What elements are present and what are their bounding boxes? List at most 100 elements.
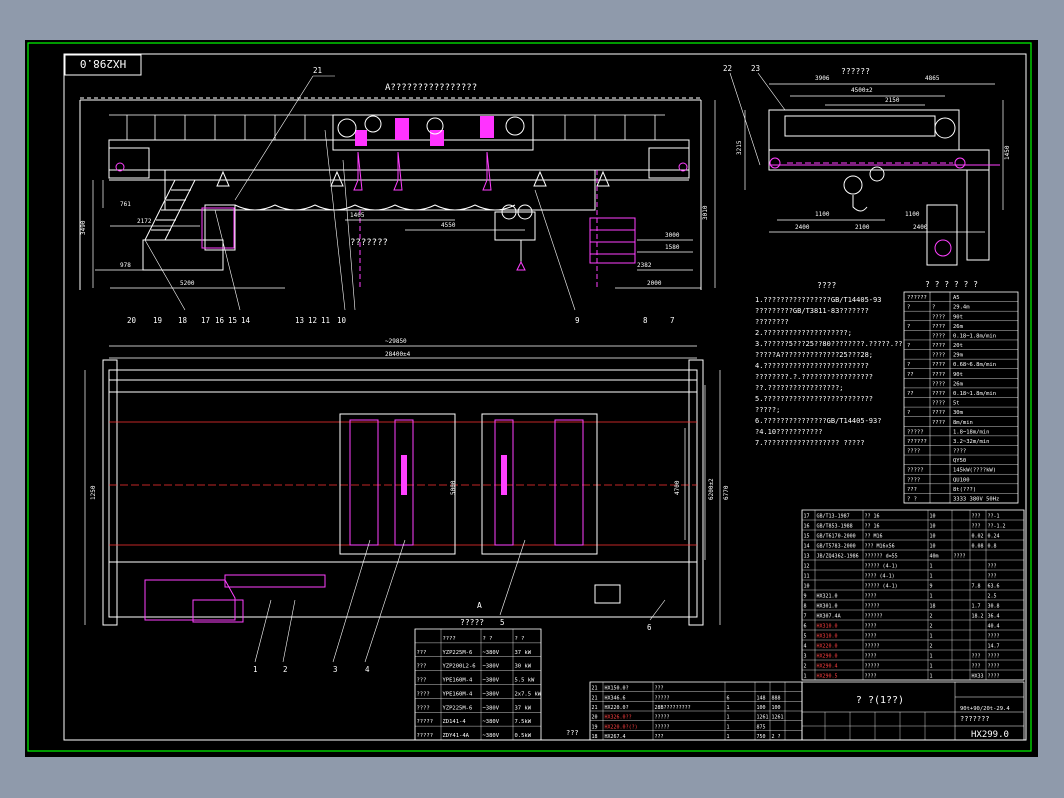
title-block: ? ?(1??) 90t+90/20t-29.4 ??????? HX299.0 [801,681,1025,741]
dim-2150: 2150 [885,97,900,104]
motor-cell: ~380V [483,733,500,739]
param-cell-item: ???? [932,381,945,387]
bom-cell: ???? [954,554,966,560]
bom-cell: HX33 [972,674,984,680]
bom-cell: HX220.0 [817,644,838,650]
bom-cell: 4 [804,644,807,650]
bom-cell: 40m [930,554,939,560]
callout-7: 7 [670,316,675,325]
bom-cell: 1 [930,634,933,640]
param-cell-value: 90t [953,372,963,378]
dim-4550: 4550 [441,222,456,229]
callout-18: 18 [178,316,188,325]
bom-cell: ???? [988,654,1000,660]
bom-cell: ?????? [865,614,883,620]
footer-cell: ????? [655,695,670,701]
dim-2400-a: 2400 [795,224,810,231]
company-label: ??? [566,729,579,737]
bom-cell: ??? [972,524,981,530]
bom-cell: ????? (4-1) [865,564,898,570]
bom-cell: 10 [930,534,936,540]
bom-cell: 10 [804,584,810,590]
dim-6770: 6770 [723,485,730,500]
footer-cell: HX220.0? [605,705,629,711]
bom-cell: 7.8 [972,584,981,590]
param-cell-value: 5t [953,401,960,407]
motor-cell: 2x7.5 kW [515,691,542,697]
bom-cell: 10 [930,544,936,550]
dim-4865: 4865 [925,75,940,82]
bom-cell: ????? (4-1) [865,584,898,590]
dim-1100-b: 1100 [905,211,920,218]
param-cell-value: 3333 380V 50Hz [953,497,999,503]
bom-cell: 5 [804,634,807,640]
footer-cell: HX346.6 [605,695,626,701]
footer-cell: 148 [757,695,766,701]
dim-2400-b: 2400 [913,224,928,231]
param-cell-value: 29m [953,353,964,359]
param-cell-value: 8m/min [953,420,973,426]
dim-2172: 2172 [137,218,152,225]
tech-note-6: ?????A??????????????25???28; [755,351,873,359]
tech-note-12: 6.???????????????GB/T14405-93? [755,417,881,425]
callout-5: 5 [500,618,505,627]
bom-cell: 3 [804,654,807,660]
param-cell-group: ?? [907,391,914,397]
bom-cell: 1 [930,674,933,680]
bom-cell: HX290.5 [817,674,838,680]
bom-cell: HX307.4A [817,614,841,620]
bom-cell: 2 [930,614,933,620]
callout-4: 4 [365,665,370,674]
motor-cell: ~380V [483,691,500,697]
footer-cell: 28B????????? [655,705,691,711]
motor-cell: YZP200L2-6 [443,664,476,670]
bom-cell: 14.7 [988,644,1000,650]
param-cell-group: ?????? [907,439,927,445]
param-cell-value: A5 [953,295,960,301]
bom-cell: JB/ZQ4362-1986 [817,554,859,560]
view-arrow-label: A [477,601,482,610]
param-cell-value: 90t [953,314,963,320]
dim-3010: 3010 [702,205,709,220]
tech-note-2: ?????????GB/T3811-83??????? [755,307,869,315]
motor-cell: 37 kW [515,650,532,656]
param-cell-group: ????? [907,429,924,435]
callout-16: 16 [215,316,225,325]
bom-table: 17 GB/T13-1987?? 16 10??? ??-116 GB/T853-198… [801,509,1025,681]
bom-cell: ???? [988,664,1000,670]
bom-cell: ???? [988,634,1000,640]
dim-3490: 3490 [80,220,87,235]
dim-1450: 1450 [1004,145,1011,160]
footer-cell: 888 [772,695,781,701]
callout-15: 15 [228,316,237,325]
dim-3215: 3215 [736,140,743,155]
motor-cell: ??? [417,650,427,656]
footer-cell: 1 [727,724,730,730]
bom-cell: 30.8 [988,604,1000,610]
section-a-label: ????? [460,618,484,627]
footer-cell: 18 [592,734,598,740]
title-scale-note: 90t+90/20t-29.4 [960,706,1010,712]
param-cell-value: 26m [953,381,964,387]
footer-cell: 2 ? [772,734,781,740]
tech-note-8: ????????.?.????????????????? [755,373,873,381]
cad-viewport[interactable]: HX298.0 A???????????????? 761 2172 978 3… [25,40,1038,757]
bom-cell: 1 [930,564,933,570]
param-cell-group: ? ? [907,497,917,503]
motor-cell: ZD141-4 [443,719,467,725]
bom-cell: 11 [804,574,810,580]
footer-cell: HX220.0?(?) [605,724,638,730]
param-cell-item: ???? [932,314,945,320]
param-cell-item: ???? [932,324,945,330]
params-table: ? ? ? ? ? ? ?????? A5?? 29.4m???? 90t????? 2… [903,280,1019,504]
bom-cell: GB/T5783-2000 [817,544,856,550]
bom-cell: 0.08 [972,544,984,550]
callout-10: 10 [337,316,347,325]
param-cell-group: ? [907,362,910,368]
param-cell-group: ?? [907,372,914,378]
footer-cell: 875 [757,724,766,730]
param-cell-item: ???? [932,401,945,407]
bom-cell: 0.8 [988,544,997,550]
param-cell-value: 0.68~6.8m/min [953,362,996,368]
bom-cell: 0.02 [972,534,984,540]
